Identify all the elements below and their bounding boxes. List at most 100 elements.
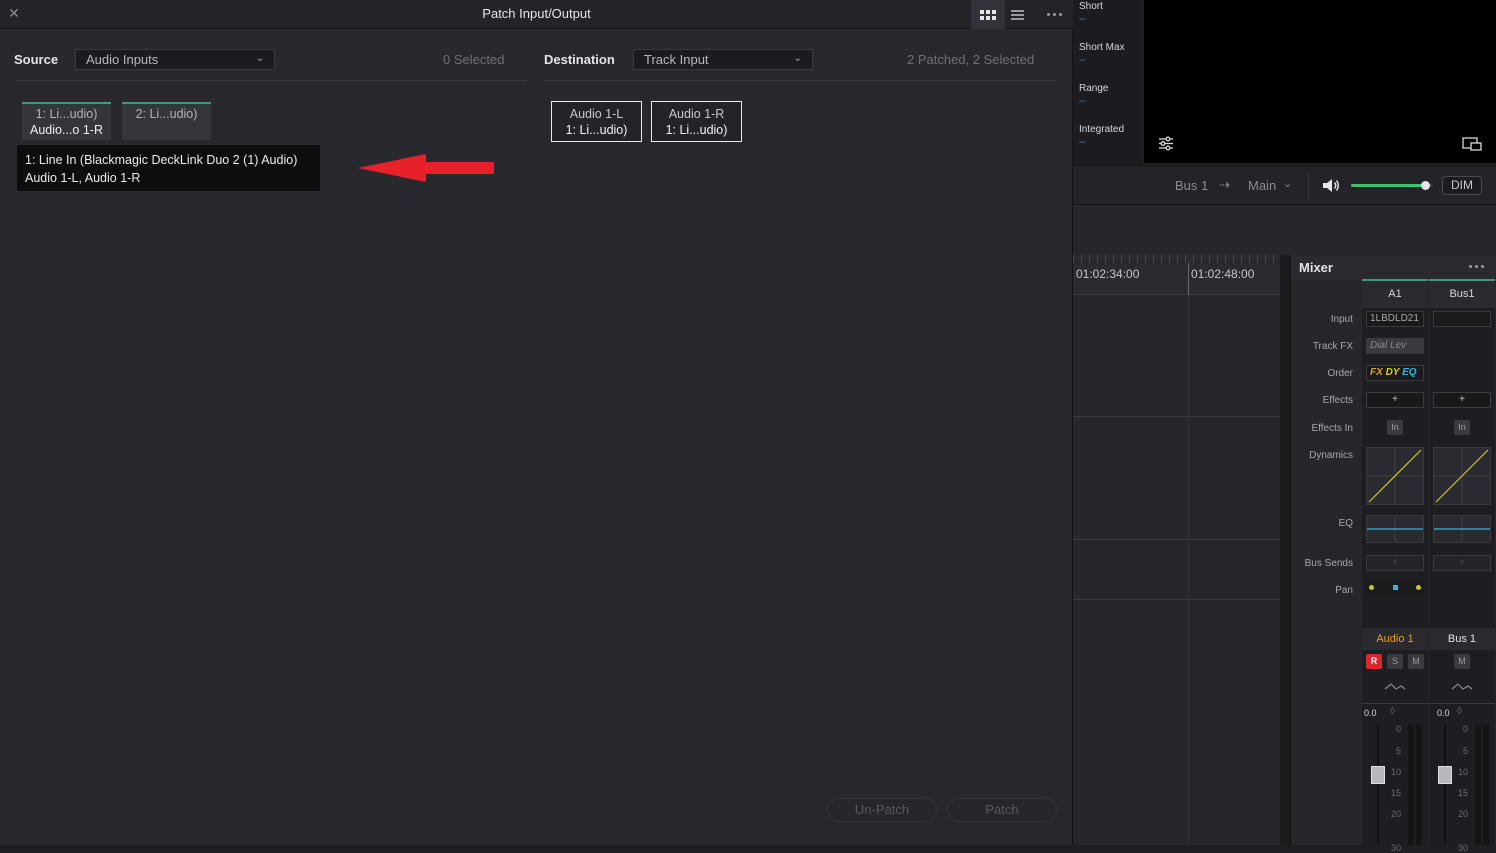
automation-icon[interactable] xyxy=(1384,681,1406,693)
chevron-down-icon: ⌄ xyxy=(255,53,264,64)
automation-icon[interactable] xyxy=(1451,681,1473,693)
destination-tile-2-patch: 1: Li...udio) xyxy=(665,123,728,137)
effects-in-button[interactable]: In xyxy=(1387,420,1403,435)
range-value: -- xyxy=(1079,96,1086,107)
order-eq: EQ xyxy=(1402,367,1417,378)
source-selected-count: 0 Selected xyxy=(443,52,505,67)
row-label-track-fx: Track FX xyxy=(1312,341,1353,352)
dynamics-graph[interactable] xyxy=(1433,447,1491,505)
effects-in-button[interactable]: In xyxy=(1454,420,1470,435)
fader-handle[interactable] xyxy=(1438,766,1452,784)
add-effect-button[interactable]: + xyxy=(1366,392,1424,408)
source-tile-1[interactable]: 1: Li...udio) Audio...o 1-R xyxy=(22,102,111,140)
mixer-panel: Mixer Input Track FX Order Effects Effec… xyxy=(1290,255,1496,853)
dialog-title: Patch Input/Output xyxy=(482,6,591,21)
source-tile-1-patch: Audio...o 1-R xyxy=(30,123,103,137)
pan-dot-left xyxy=(1369,585,1374,590)
speaker-icon[interactable] xyxy=(1322,178,1340,193)
destination-dropdown[interactable]: Track Input ⌄ xyxy=(633,49,813,70)
track-name[interactable]: Bus 1 xyxy=(1429,628,1495,650)
chevron-down-icon: ⌄ xyxy=(1283,178,1293,190)
patch-button[interactable]: Patch xyxy=(947,798,1057,822)
divider xyxy=(1362,703,1428,704)
eq-graph[interactable] xyxy=(1433,515,1491,543)
row-label-effects-in: Effects In xyxy=(1311,423,1353,434)
bus-selector[interactable]: Bus 1 xyxy=(1175,178,1208,193)
track-separator xyxy=(1073,416,1280,417)
processing-order[interactable]: FX DY EQ xyxy=(1366,365,1424,381)
integrated-value: -- xyxy=(1079,137,1086,148)
fader-value: 0.0 xyxy=(1437,708,1450,718)
sliders-icon[interactable] xyxy=(1158,136,1174,151)
unpatch-button[interactable]: Un-Patch xyxy=(827,798,937,822)
volume-knob[interactable] xyxy=(1420,181,1430,190)
source-tile-2[interactable]: 2: Li...udio) xyxy=(122,102,211,140)
destination-tile-1-patch: 1: Li...udio) xyxy=(565,123,628,137)
solo-button[interactable]: S xyxy=(1387,654,1403,669)
track-name[interactable]: Audio 1 xyxy=(1362,628,1428,650)
input-selector[interactable] xyxy=(1433,311,1491,327)
bus-send-button[interactable]: + xyxy=(1366,555,1424,571)
mixer-options-icon[interactable] xyxy=(1469,265,1484,268)
track-separator xyxy=(1073,599,1280,600)
input-selector[interactable]: 1LBDLD21 xyxy=(1366,311,1424,327)
output-selector[interactable]: Main xyxy=(1248,178,1276,193)
dim-button[interactable]: DIM xyxy=(1442,176,1482,195)
scale-label: 20 xyxy=(1458,809,1469,819)
row-label-effects: Effects xyxy=(1322,395,1353,406)
eq-curve-icon xyxy=(1367,516,1423,542)
picture-in-picture-icon[interactable] xyxy=(1462,137,1482,151)
pan-position xyxy=(1393,585,1398,590)
row-label-order: Order xyxy=(1327,368,1353,379)
track-fx-slot[interactable]: Dial Lev xyxy=(1366,338,1424,354)
eq-graph[interactable] xyxy=(1366,515,1424,543)
panel-splitter[interactable] xyxy=(1280,255,1290,845)
mute-button[interactable]: M xyxy=(1408,654,1424,669)
destination-tile-2[interactable]: Audio 1-R 1: Li...udio) xyxy=(651,101,742,142)
level-meter xyxy=(1475,725,1481,845)
mute-button[interactable]: M xyxy=(1454,654,1470,669)
route-arrow-icon: ⇢ xyxy=(1219,177,1230,192)
channel-header-bus1[interactable]: Bus1 xyxy=(1429,279,1495,308)
diamond-icon: ◊ xyxy=(1390,706,1395,717)
record-arm-button[interactable]: R xyxy=(1366,654,1382,669)
patch-dialog: ✕ Patch Input/Output Source Audio Inputs… xyxy=(0,0,1073,845)
destination-tile-1[interactable]: Audio 1-L 1: Li...udio) xyxy=(551,101,642,142)
scale-label: 5 xyxy=(1463,746,1469,756)
list-view-icon[interactable] xyxy=(1000,0,1034,29)
source-label: Source xyxy=(14,52,59,67)
source-dropdown[interactable]: Audio Inputs ⌄ xyxy=(75,49,275,70)
scale-label: 20 xyxy=(1391,809,1402,819)
order-dy: DY xyxy=(1385,367,1400,378)
dynamics-curve-icon xyxy=(1367,448,1423,504)
scale-label: 10 xyxy=(1391,767,1402,777)
short-max-label: Short Max xyxy=(1079,42,1125,53)
source-divider xyxy=(14,80,527,81)
diamond-icon: ◊ xyxy=(1457,706,1462,717)
source-tooltip: 1: Line In (Blackmagic DeckLink Duo 2 (1… xyxy=(16,144,321,192)
timeline: 01:02:34:00 01:02:48:00 xyxy=(1073,255,1280,845)
divider xyxy=(1429,703,1495,704)
scale-label: 15 xyxy=(1458,788,1469,798)
ruler-major-tick xyxy=(1188,263,1189,295)
pan-control[interactable] xyxy=(1366,581,1424,595)
row-label-input: Input xyxy=(1330,314,1353,325)
short-max-value: -- xyxy=(1079,55,1086,66)
bus-send-button[interactable]: + xyxy=(1433,555,1491,571)
eq-curve-icon xyxy=(1434,516,1490,542)
volume-slider[interactable] xyxy=(1351,181,1433,190)
ruler-ticks xyxy=(1073,255,1280,263)
channel-header-a1[interactable]: A1 xyxy=(1362,279,1428,308)
scale-label: 5 xyxy=(1396,746,1402,756)
monitor-bar: Bus 1 ⇢ Main ⌄ DIM xyxy=(1073,165,1496,205)
destination-tile-2-name: Audio 1-R xyxy=(668,107,725,121)
fader-track xyxy=(1377,725,1379,845)
scale-label: 10 xyxy=(1458,767,1469,777)
channel-strip-a1: A1 1LBDLD21 Dial Lev FX DY EQ + In + Aud… xyxy=(1362,279,1428,853)
dynamics-graph[interactable] xyxy=(1366,447,1424,505)
fader-handle[interactable] xyxy=(1371,766,1385,784)
channel-strip-bus1: Bus1 + In + Bus 1 M 0.0 ◊ 0 5 10 15 20 3… xyxy=(1429,279,1495,853)
add-effect-button[interactable]: + xyxy=(1433,392,1491,408)
more-options-icon[interactable] xyxy=(1037,0,1071,29)
destination-label: Destination xyxy=(544,52,615,67)
